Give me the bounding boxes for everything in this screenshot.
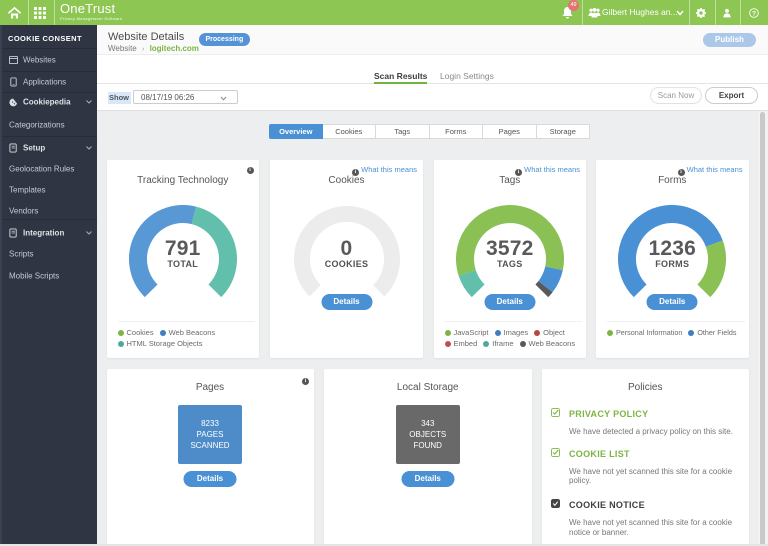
svg-text:?: ?: [751, 10, 755, 17]
